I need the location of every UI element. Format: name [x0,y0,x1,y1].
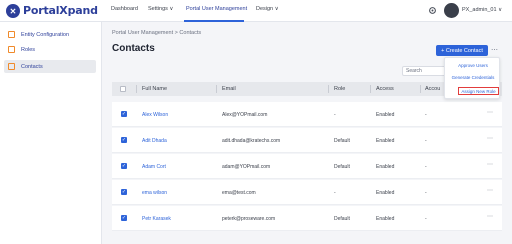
user-menu[interactable]: PX_admin_01 ∨ [462,7,502,13]
contact-account: - [425,216,427,222]
contact-account: - [425,190,427,196]
table-row[interactable]: ✓ Adam Cort adam@YOPmail.com Default Ena… [112,154,502,179]
contact-role: Default [334,138,350,144]
more-options-menu: Approve Users Generate Credentials Assig… [444,57,500,99]
row-more-icon[interactable]: ⋯ [487,161,494,168]
sidebar: Entity Configuration Roles Contacts [0,22,102,244]
sidebar-item-roles[interactable]: Roles [4,43,96,56]
contact-email: Alex@YOPmail.com [222,112,268,118]
sidebar-item-label: Roles [21,46,36,53]
contact-access: Enabled [376,138,395,144]
column-header-role[interactable]: Role [334,86,345,92]
top-navigation-bar: ✕ PortalXpand Dashboard Settings ∨ Porta… [0,0,512,22]
table-row[interactable]: ✓ Petr Karasek peterk@proseware.com Defa… [112,206,502,231]
contact-account: - [425,138,427,144]
sidebar-item-entity-configuration[interactable]: Entity Configuration [4,28,96,41]
menu-item-approve-users[interactable]: Approve Users [445,63,501,68]
column-separator [216,85,217,93]
column-separator [328,85,329,93]
table-row[interactable]: ✓ Alex Wilson Alex@YOPmail.com - Enabled… [112,102,502,127]
contact-access: Enabled [376,164,395,170]
nav-portal-user-management[interactable]: Portal User Management [186,6,247,12]
contact-name-link[interactable]: ema wilson [142,190,167,196]
menu-item-generate-credentials[interactable]: Generate Credentials [445,75,501,80]
row-checkbox[interactable]: ✓ [121,111,127,117]
contact-role: Default [334,216,350,222]
active-nav-indicator [184,20,244,22]
user-avatar-icon[interactable] [444,3,459,18]
breadcrumb[interactable]: Portal User Management > Contacts [112,30,201,36]
contact-name-link[interactable]: Adam Cort [142,164,166,170]
contacts-table: Full Name Email Role Access Accou ✓ Alex… [112,82,502,244]
contact-role: - [334,190,336,196]
row-checkbox[interactable]: ✓ [121,137,127,143]
contact-name-link[interactable]: Alex Wilson [142,112,168,118]
contact-access: Enabled [376,216,395,222]
contact-email: ema@test.com [222,190,256,196]
sidebar-item-label: Contacts [21,63,43,70]
contact-name-link[interactable]: Petr Karasek [142,216,171,222]
app-logo-text: PortalXpand [23,4,98,17]
column-header-email[interactable]: Email [222,86,236,92]
contact-access: Enabled [376,190,395,196]
menu-item-assign-new-role[interactable]: Assign New Role [458,87,499,95]
contact-role: Default [334,164,350,170]
column-header-full-name[interactable]: Full Name [142,86,167,92]
sidebar-item-label: Entity Configuration [21,31,69,38]
entity-icon [8,31,15,38]
column-separator [370,85,371,93]
create-contact-button[interactable]: + Create Contact [436,45,488,56]
contact-account: - [425,112,427,118]
row-more-icon[interactable]: ⋯ [487,213,494,220]
column-header-account[interactable]: Accou [425,86,440,92]
search-input[interactable]: Search [402,66,446,76]
contact-name-link[interactable]: Adit Dhada [142,138,167,144]
page-title: Contacts [112,43,155,54]
contact-email: adam@YOPmail.com [222,164,271,170]
column-header-access[interactable]: Access [376,86,394,92]
table-row[interactable]: ✓ Adit Dhada adit.dhada@kratechs.com Def… [112,128,502,153]
row-more-icon[interactable]: ⋯ [487,187,494,194]
contact-account: - [425,164,427,170]
row-checkbox[interactable]: ✓ [121,215,127,221]
table-row[interactable]: ✓ ema wilson ema@test.com - Enabled - ⋯ [112,180,502,205]
select-all-checkbox[interactable] [120,86,126,92]
row-more-icon[interactable]: ⋯ [487,109,494,116]
roles-icon [8,46,15,53]
contact-role: - [334,112,336,118]
nav-settings[interactable]: Settings ∨ [148,6,173,12]
row-checkbox[interactable]: ✓ [121,163,127,169]
gear-icon[interactable] [428,6,437,15]
contacts-icon [8,63,15,70]
contact-email: adit.dhada@kratechs.com [222,138,281,144]
column-separator [420,85,421,93]
row-more-icon[interactable]: ⋯ [487,135,494,142]
column-separator [136,85,137,93]
contact-email: peterk@proseware.com [222,216,276,222]
sidebar-item-contacts[interactable]: Contacts [4,60,96,73]
nav-dashboard[interactable]: Dashboard [111,6,138,12]
more-options-icon[interactable]: ⋯ [491,46,499,54]
nav-design[interactable]: Design ∨ [256,6,279,12]
contact-access: Enabled [376,112,395,118]
logo-icon: ✕ [6,4,20,18]
row-checkbox[interactable]: ✓ [121,189,127,195]
